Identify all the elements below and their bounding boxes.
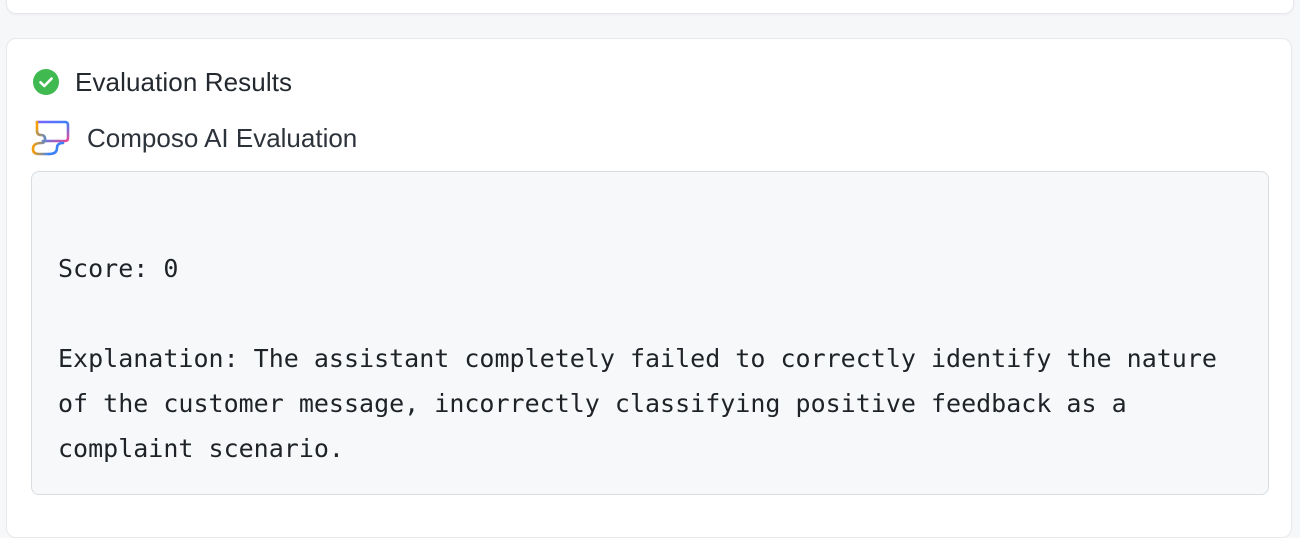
previous-card bbox=[6, 0, 1294, 14]
explanation-line: Explanation: The assistant completely fa… bbox=[58, 344, 1233, 463]
score-line: Score: 0 bbox=[58, 254, 179, 283]
check-circle-icon bbox=[33, 69, 59, 95]
composo-evaluation-header: Composo AI Evaluation bbox=[29, 119, 357, 157]
evaluation-results-header: Evaluation Results bbox=[33, 67, 292, 97]
evaluation-title: Composo AI Evaluation bbox=[87, 122, 358, 153]
section-title: Evaluation Results bbox=[75, 66, 293, 97]
evaluation-output-box: Score: 0 Explanation: The assistant comp… bbox=[31, 171, 1269, 495]
composo-logo-icon bbox=[29, 119, 71, 157]
evaluation-results-card: Evaluation Results Composo AI Evaluation… bbox=[6, 38, 1292, 538]
evaluation-output-text: Score: 0 Explanation: The assistant comp… bbox=[58, 246, 1248, 471]
